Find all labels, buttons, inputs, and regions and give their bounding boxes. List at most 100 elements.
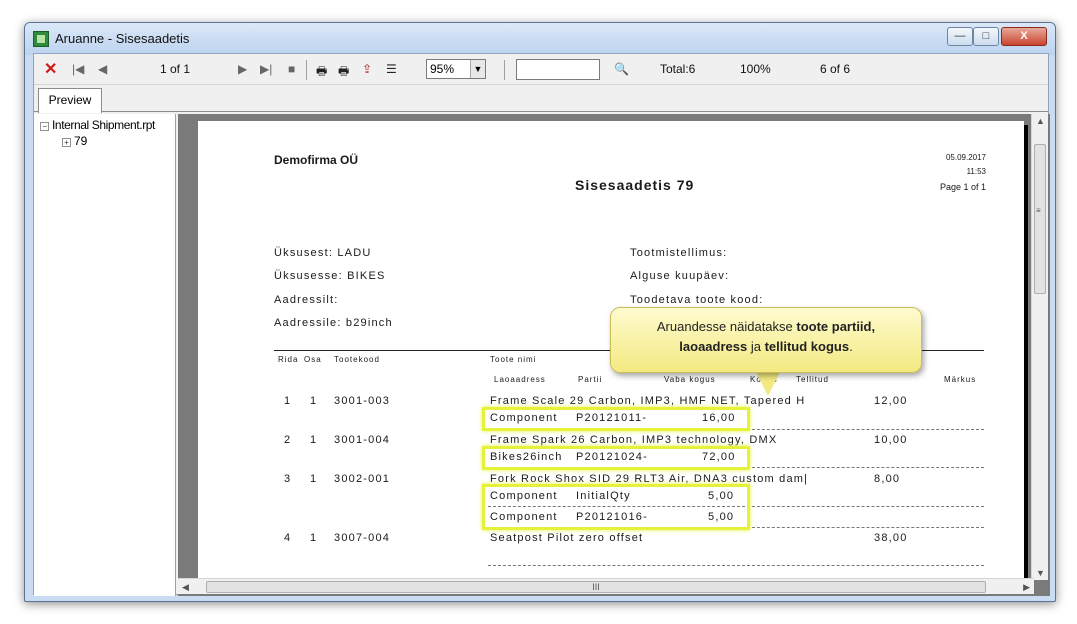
horizontal-scrollbar[interactable]: ◀ III ▶: [178, 578, 1034, 594]
row4-name: Seatpost Pilot zero offset: [490, 532, 644, 544]
row3-osa: 1: [310, 473, 318, 485]
print-time: 11:53: [966, 167, 986, 176]
stop-button[interactable]: ■: [288, 62, 295, 76]
maximize-button[interactable]: □: [973, 27, 999, 46]
report-viewer: Demofirma OÜ Sisesaadetis 79 05.09.2017 …: [178, 114, 1050, 596]
close-report-icon[interactable]: ✕: [44, 59, 57, 79]
zoom-value: 95%: [430, 62, 455, 76]
col-toote-nimi: Toote nimi: [490, 355, 537, 364]
callout-bold-lots: toote partiid,: [796, 319, 876, 334]
company-name: Demofirma OÜ: [274, 153, 359, 167]
print-setup-icon[interactable]: 🖶: [338, 62, 349, 83]
row4-osa: 1: [310, 532, 318, 544]
row2-name: Frame Spark 26 Carbon, IMP3 technology, …: [490, 434, 778, 446]
callout-pointer: [756, 372, 780, 396]
report-page: Demofirma OÜ Sisesaadetis 79 05.09.2017 …: [198, 121, 1024, 581]
field-to-unit: Üksusesse: BIKES: [274, 270, 386, 282]
print-icon[interactable]: 🖶: [316, 62, 327, 83]
collapse-icon[interactable]: −: [40, 122, 49, 131]
expand-icon[interactable]: +: [62, 138, 71, 147]
row-divider: [488, 565, 984, 566]
row4-rida: 4: [284, 532, 292, 544]
group-tree: − Internal Shipment.rpt +79: [34, 114, 176, 596]
row3-code: 3002-001: [334, 473, 391, 485]
page-position: 1 of 1: [160, 62, 191, 76]
tree-item-root[interactable]: − Internal Shipment.rpt: [40, 118, 155, 132]
title-bar: Aruanne - Sisesaadetis — □ X: [25, 23, 1055, 55]
client-area: ✕ |◀ ◀ 1 of 1 ▶ ▶| ■ 🖶 🖶 ⇪ ☰ 95% ▼ 🔍 Tot…: [33, 53, 1050, 596]
scroll-right-icon[interactable]: ▶: [1023, 582, 1030, 593]
subcol-tellitud: Tellitud: [796, 375, 829, 384]
col-tootekood: Tootekood: [334, 355, 380, 364]
export-icon[interactable]: ⇪: [362, 62, 372, 76]
toolbar: ✕ |◀ ◀ 1 of 1 ▶ ▶| ■ 🖶 🖶 ⇪ ☰ 95% ▼ 🔍 Tot…: [34, 54, 1048, 85]
lot-highlight: [482, 484, 750, 530]
row2-osa: 1: [310, 434, 318, 446]
tab-preview[interactable]: Preview: [38, 88, 102, 113]
toolbar-divider: [306, 60, 307, 80]
field-from-address: Aadressilt:: [274, 294, 339, 306]
grip-icon: III: [592, 582, 600, 592]
lot-highlight: [482, 407, 750, 431]
records-count: 6 of 6: [820, 62, 851, 76]
callout-bold-ordered: tellitud kogus: [764, 339, 850, 354]
row1-osa: 1: [310, 395, 318, 407]
report-window: Aruanne - Sisesaadetis — □ X ✕ |◀ ◀ 1 of…: [24, 22, 1056, 602]
vertical-scroll-thumb[interactable]: [1034, 144, 1046, 294]
page-info: Page 1 of 1: [939, 182, 986, 192]
tree-child-label: 79: [74, 134, 88, 148]
first-page-button[interactable]: |◀: [72, 62, 84, 76]
scroll-left-icon[interactable]: ◀: [182, 582, 189, 593]
field-production-order: Tootmistellimus:: [630, 247, 728, 259]
col-markus: Märkus: [944, 375, 977, 384]
subcol-vaba-kogus: Vaba kogus: [664, 375, 716, 384]
annotation-callout: Aruandesse näidatakse toote partiid, lao…: [610, 307, 922, 373]
vertical-scrollbar[interactable]: ▲ ≡ ▼: [1031, 114, 1048, 580]
subcol-laoaadress: Laoaadress: [494, 375, 546, 384]
print-date: 05.09.2017: [945, 153, 986, 162]
col-osa: Osa: [304, 355, 322, 364]
callout-text-end: .: [849, 339, 853, 354]
prev-page-button[interactable]: ◀: [98, 62, 107, 76]
binoculars-icon[interactable]: 🔍: [614, 62, 629, 76]
lot-highlight: [482, 446, 750, 470]
field-to-address: Aadressile: b29inch: [274, 317, 393, 329]
callout-text-join: ja: [747, 339, 765, 354]
subcol-partii: Partii: [578, 375, 603, 384]
row4-code: 3007-004: [334, 532, 391, 544]
total-records: Total:6: [660, 62, 696, 76]
row1-qty: 12,00: [874, 395, 908, 407]
close-window-button[interactable]: X: [1001, 27, 1047, 46]
group-tree-icon[interactable]: ☰: [386, 62, 397, 76]
col-rida: Rida: [278, 355, 299, 364]
row4-qty: 38,00: [874, 532, 908, 544]
tree-root-label: Internal Shipment.rpt: [52, 118, 155, 132]
field-start-date: Alguse kuupäev:: [630, 270, 730, 282]
report-title: Sisesaadetis 79: [575, 177, 695, 193]
scroll-up-icon[interactable]: ▲: [1036, 116, 1045, 126]
field-product-code: Toodetava toote kood:: [630, 294, 764, 306]
toolbar-divider: [504, 60, 505, 80]
row1-code: 3001-003: [334, 395, 391, 407]
app-icon: [33, 31, 49, 47]
row2-qty: 10,00: [874, 434, 908, 446]
row3-rida: 3: [284, 473, 292, 485]
last-page-button[interactable]: ▶|: [260, 62, 272, 76]
row2-code: 3001-004: [334, 434, 391, 446]
next-page-button[interactable]: ▶: [238, 62, 247, 76]
grip-icon: ≡: [1036, 206, 1041, 215]
row3-qty: 8,00: [874, 473, 901, 485]
callout-text: Aruandesse näidatakse: [656, 319, 797, 334]
tree-item-79[interactable]: +79: [62, 134, 87, 148]
horizontal-scroll-thumb[interactable]: III: [206, 581, 986, 593]
window-title: Aruanne - Sisesaadetis: [55, 31, 190, 46]
chevron-down-icon[interactable]: ▼: [470, 60, 485, 78]
row1-rida: 1: [284, 395, 292, 407]
row1-name: Frame Scale 29 Carbon, IMP3, HMF NET, Ta…: [490, 395, 806, 407]
minimize-button[interactable]: —: [947, 27, 973, 46]
scroll-down-icon[interactable]: ▼: [1036, 568, 1045, 578]
field-from-unit: Üksusest: LADU: [274, 247, 372, 259]
search-input[interactable]: [516, 59, 600, 80]
tab-row: Preview: [34, 86, 1048, 113]
percent-complete: 100%: [740, 62, 771, 76]
